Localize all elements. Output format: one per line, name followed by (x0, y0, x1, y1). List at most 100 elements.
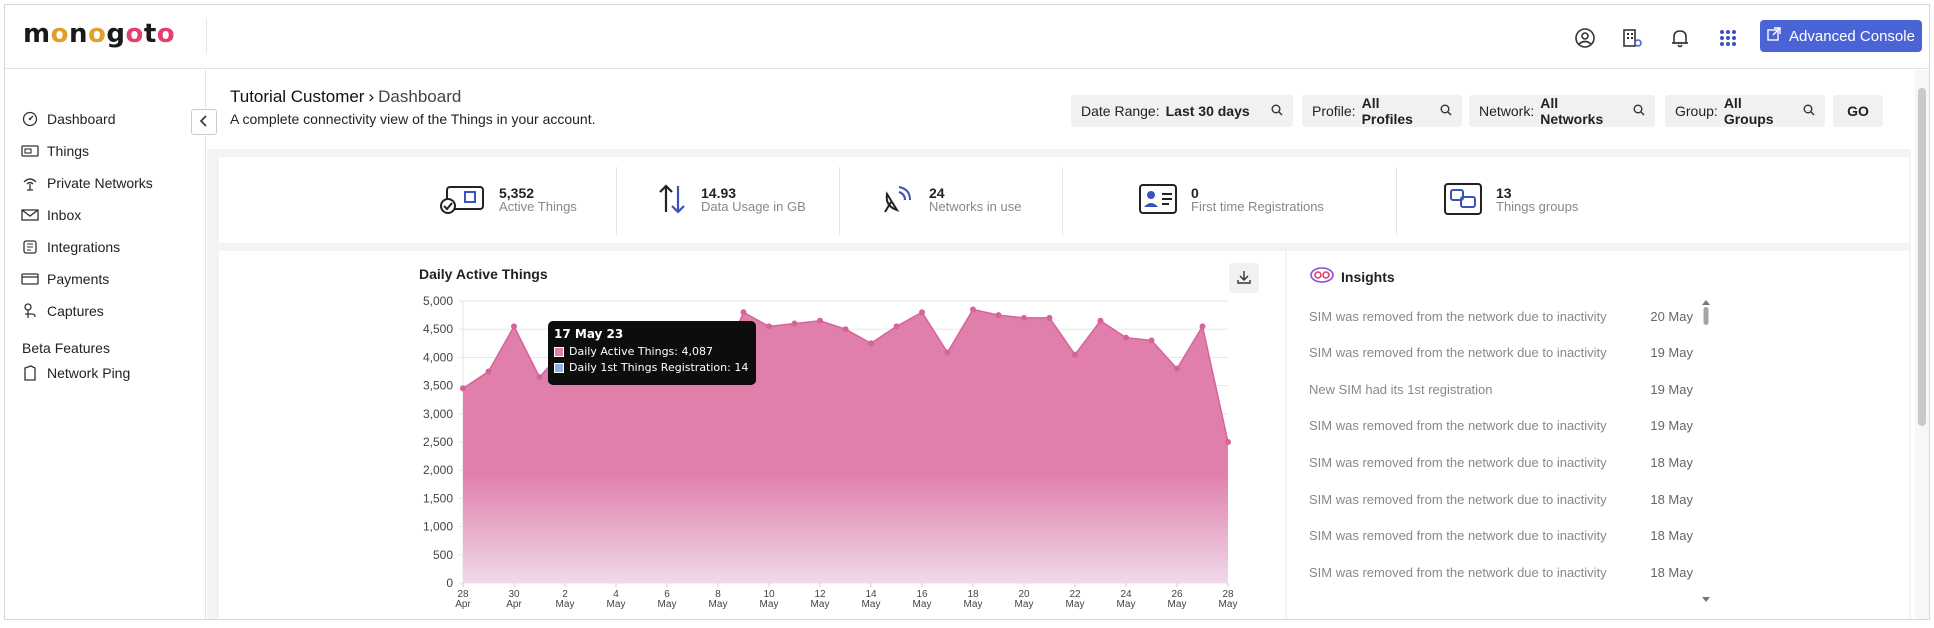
sidebar-item-label: Private Networks (47, 175, 153, 191)
page-scrollbar[interactable] (1915, 70, 1929, 619)
advanced-console-button[interactable]: Advanced Console (1760, 20, 1922, 52)
stat-divider (1396, 167, 1397, 235)
data-point (1148, 337, 1155, 344)
y-tick-label: 4,000 (423, 350, 453, 364)
sidebar-item-private-networks[interactable]: Private Networks (21, 172, 153, 194)
tooltip-label: Daily Active Things: 4,087 (569, 345, 713, 358)
beta-features-heading: Beta Features (22, 340, 110, 356)
filter-value: Last 30 days (1165, 103, 1250, 119)
collapse-sidebar-button[interactable] (191, 109, 217, 135)
insight-date: 20 May (1650, 308, 1693, 324)
stat-value: 5,352 (499, 185, 535, 201)
stat-value: 14.93 (701, 185, 737, 201)
id-card-icon (1139, 183, 1177, 217)
insight-message: SIM was removed from the network due to … (1309, 528, 1607, 544)
topbar-divider (206, 19, 207, 53)
monogoto-logo[interactable]: monogoto (23, 19, 175, 49)
groups-icon (1444, 182, 1482, 218)
insight-item[interactable]: SIM was removed from the network due to … (1309, 562, 1693, 582)
x-tick-label: Apr (455, 599, 471, 610)
breadcrumb-separator: › (368, 87, 375, 106)
legend-swatch (554, 347, 564, 357)
insight-item[interactable]: SIM was removed from the network due to … (1309, 306, 1693, 326)
antenna-icon (21, 174, 39, 192)
insight-message: SIM was removed from the network due to … (1309, 308, 1607, 324)
profile-filter[interactable]: Profile: All Profiles (1302, 95, 1462, 127)
y-tick-label: 1,500 (423, 491, 453, 505)
insight-message: SIM was removed from the network due to … (1309, 418, 1607, 434)
stat-first-time-registrations[interactable]: 0 First time Registrations (1139, 157, 1324, 243)
data-point (791, 320, 798, 327)
insight-item[interactable]: SIM was removed from the network due to … (1309, 416, 1693, 436)
sidebar-item-inbox[interactable]: Inbox (21, 204, 81, 226)
stat-active-things[interactable]: 5,352 Active Things (439, 157, 577, 243)
logo-letter: o (156, 19, 176, 49)
external-link-icon (1767, 27, 1781, 45)
insight-date: 18 May (1650, 564, 1693, 580)
bell-icon[interactable] (1667, 25, 1693, 51)
sidebar-item-payments[interactable]: Payments (21, 268, 109, 290)
stat-divider (1062, 167, 1063, 235)
search-icon (1271, 103, 1283, 119)
insight-item[interactable]: SIM was removed from the network due to … (1309, 526, 1693, 546)
filter-value: All Groups (1723, 95, 1774, 127)
apps-grid-icon[interactable] (1715, 25, 1741, 51)
network-filter[interactable]: Network: All Networks (1469, 95, 1655, 127)
insight-message: SIM was removed from the network due to … (1309, 564, 1607, 580)
stat-things-groups[interactable]: 13 Things groups (1444, 157, 1578, 243)
logo-letter: g (106, 19, 126, 49)
stat-data-usage[interactable]: 14.93 Data Usage in GB (657, 157, 806, 243)
stat-divider (839, 167, 840, 235)
tooltip-row: Daily 1st Things Registration: 14 (554, 360, 750, 376)
advanced-console-label: Advanced Console (1789, 27, 1915, 45)
tooltip-date: 17 May 23 (554, 327, 624, 341)
stat-label: Data Usage in GB (701, 199, 806, 214)
group-filter[interactable]: Group: All Groups (1665, 95, 1825, 127)
data-point (1174, 365, 1180, 372)
y-tick-label: 500 (433, 548, 453, 562)
insight-item[interactable]: SIM was removed from the network due to … (1309, 489, 1693, 509)
insight-message: SIM was removed from the network due to … (1309, 454, 1607, 470)
stat-value: 13 (1496, 185, 1512, 201)
sidebar-item-label: Things (47, 143, 90, 159)
data-point (460, 385, 466, 392)
logo-letter: o (87, 19, 107, 49)
sidebar-item-label: Integrations (47, 239, 121, 255)
x-tick-label: May (1117, 599, 1136, 610)
page-scrollbar-thumb[interactable] (1918, 88, 1926, 426)
chart-panel: Daily Active Things 5,000 4,500 4,000 3,500… (219, 251, 1285, 620)
sidebar-item-captures[interactable]: Captures (21, 300, 104, 322)
breadcrumb-customer[interactable]: Tutorial Customer (230, 87, 364, 107)
sidebar-item-network-ping[interactable]: Network Ping (21, 362, 130, 384)
insight-item[interactable]: SIM was removed from the network due to … (1309, 452, 1693, 472)
insights-scrollbar[interactable] (1701, 299, 1711, 603)
filter-label: Profile: (1312, 103, 1356, 119)
insight-date: 18 May (1650, 528, 1693, 544)
sidebar-item-dashboard[interactable]: Dashboard (21, 108, 116, 130)
insight-item[interactable]: SIM was removed from the network due to … (1309, 343, 1693, 363)
user-circle-icon[interactable] (1572, 25, 1598, 51)
date-range-filter[interactable]: Date Range: Last 30 days (1071, 95, 1293, 127)
daily-active-things-chart[interactable]: 5,000 4,500 4,000 3,500 3,000 2,500 2,000 1,500… (219, 251, 1285, 620)
sidebar-item-label: Payments (47, 271, 110, 287)
go-button[interactable]: GO (1833, 95, 1883, 127)
insight-date: 19 May (1650, 345, 1693, 361)
y-tick-label: 5,000 (423, 294, 453, 308)
y-tick-label: 0 (446, 576, 453, 590)
sidebar-item-integrations[interactable]: Integrations (21, 236, 120, 258)
filter-label: Network: (1479, 103, 1535, 119)
y-tick-label: 4,500 (423, 322, 453, 336)
building-icon[interactable] (1619, 25, 1645, 51)
search-icon (1633, 103, 1645, 119)
data-point (1123, 334, 1129, 341)
sidebar-item-things[interactable]: Things (21, 140, 89, 162)
stat-networks[interactable]: 24 Networks in use (881, 157, 1021, 243)
stat-label: Networks in use (929, 199, 1022, 214)
data-point (485, 368, 492, 375)
data-point (1072, 351, 1078, 358)
x-tick-label: May (556, 599, 575, 610)
x-tick-label: May (658, 599, 677, 610)
x-tick-label: May (1015, 599, 1034, 610)
insight-item[interactable]: New SIM had its 1st registration 19 May (1309, 379, 1693, 399)
data-point (970, 306, 976, 313)
